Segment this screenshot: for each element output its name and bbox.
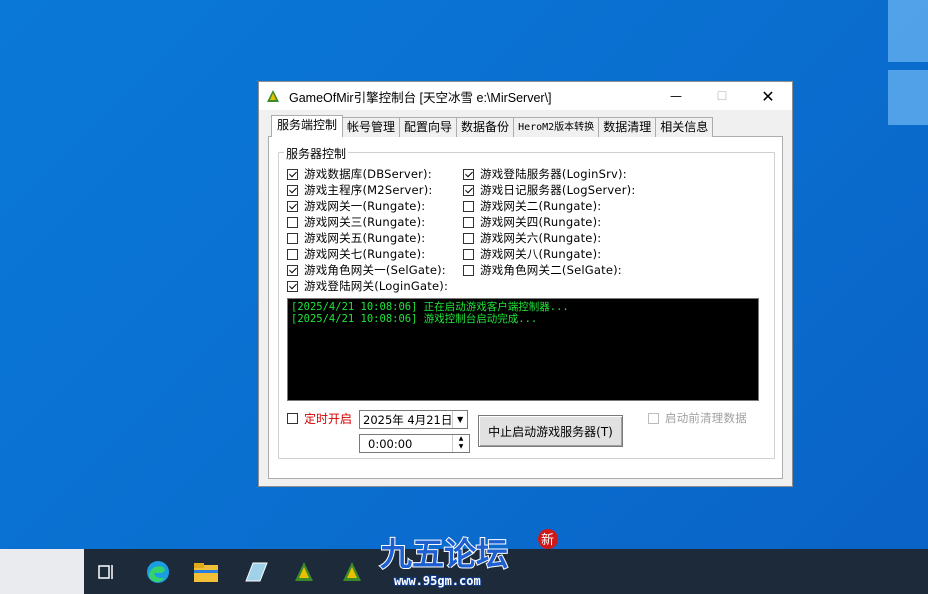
taskbar-search-area[interactable] <box>0 549 84 594</box>
checkbox-label: 游戏网关六(Rungate): <box>480 231 602 245</box>
server-checkbox-row[interactable]: 游戏角色网关一(SelGate): <box>287 262 446 278</box>
checkbox-label: 游戏网关八(Rungate): <box>480 247 602 261</box>
edge-browser-icon[interactable] <box>142 556 174 588</box>
close-button[interactable]: ✕ <box>745 82 791 110</box>
tab-backup[interactable]: 数据备份 <box>456 117 515 137</box>
checkbox-label: 游戏数据库(DBServer): <box>304 167 432 181</box>
timer-label: 定时开启 <box>304 411 353 426</box>
watermark-logo: 九五论坛 www.95gm.com 新 <box>379 529 558 589</box>
tab-config-wizard[interactable]: 配置向导 <box>399 117 458 137</box>
svg-text:新: 新 <box>541 532 554 548</box>
checkbox-label: 游戏网关二(Rungate): <box>480 199 602 213</box>
server-checkbox-row[interactable]: 游戏网关八(Rungate): <box>463 246 601 262</box>
checkbox[interactable] <box>287 280 298 292</box>
checkbox-label: 游戏登陆网关(LoginGate): <box>304 279 449 293</box>
notepad-icon[interactable] <box>240 556 272 588</box>
maximize-icon: ☐ <box>716 89 728 103</box>
log-line: [2025/4/21 10:08:06] 正在启动游戏客户端控制器... <box>291 301 569 313</box>
windows-logo-wallpaper <box>883 0 928 130</box>
clean-before-start-checkbox[interactable]: 启动前清理数据 <box>648 410 747 426</box>
checkbox[interactable] <box>463 232 474 244</box>
log-console[interactable]: [2025/4/21 10:08:06] 正在启动游戏客户端控制器... [20… <box>287 298 759 401</box>
server-checkbox-row[interactable]: 游戏网关七(Rungate): <box>287 246 425 262</box>
server-checkbox-row[interactable]: 游戏网关五(Rungate): <box>287 230 425 246</box>
server-checkbox-row[interactable]: 游戏主程序(M2Server): <box>287 182 433 198</box>
checkbox-label: 游戏登陆服务器(LoginSrv): <box>480 167 627 181</box>
checkbox-label: 游戏角色网关一(SelGate): <box>304 263 446 277</box>
checkbox[interactable] <box>463 264 474 276</box>
checkbox[interactable] <box>463 168 474 180</box>
checkbox[interactable] <box>463 184 474 196</box>
group-title: 服务器控制 <box>284 145 349 162</box>
stop-start-server-button[interactable]: 中止启动游戏服务器(T) <box>478 415 623 447</box>
server-checkbox-row[interactable]: 游戏网关四(Rungate): <box>463 214 601 230</box>
server-checkbox-row[interactable]: 游戏网关二(Rungate): <box>463 198 601 214</box>
server-checkbox-row[interactable]: 游戏日记服务器(LogServer): <box>463 182 635 198</box>
svg-text:www.95gm.com: www.95gm.com <box>394 574 481 588</box>
time-picker[interactable]: 0:00:00 ▲ ▼ <box>359 434 470 453</box>
checkbox[interactable] <box>287 232 298 244</box>
checkbox[interactable] <box>287 200 298 212</box>
checkbox-label: 游戏网关七(Rungate): <box>304 247 426 261</box>
server-checkbox-row[interactable]: 游戏网关一(Rungate): <box>287 198 425 214</box>
tab-strip: 服务端控制 帐号管理 配置向导 数据备份 HeroM2版本转换 数据清理 相关信… <box>271 115 714 137</box>
tab-server-control[interactable]: 服务端控制 <box>271 115 344 137</box>
clean-before-start-box[interactable] <box>648 412 659 424</box>
dropdown-arrow-icon[interactable]: ▼ <box>452 411 467 428</box>
window-title: GameOfMir引擎控制台 [天空冰雪 e:\MirServer\] <box>289 90 552 105</box>
checkbox[interactable] <box>463 248 474 260</box>
checkbox[interactable] <box>287 264 298 276</box>
server-checkbox-row[interactable]: 游戏网关六(Rungate): <box>463 230 601 246</box>
title-bar[interactable]: GameOfMir引擎控制台 [天空冰雪 e:\MirServer\] — ☐ … <box>259 82 792 110</box>
checkbox[interactable] <box>463 216 474 228</box>
svg-text:九五论坛: 九五论坛 <box>380 535 508 573</box>
timer-checkbox-box[interactable] <box>287 412 298 424</box>
server-checkbox-row[interactable]: 游戏角色网关二(SelGate): <box>463 262 622 278</box>
checkbox-label: 游戏主程序(M2Server): <box>304 183 433 197</box>
file-explorer-icon[interactable] <box>190 556 222 588</box>
app-icon <box>267 90 279 102</box>
minimize-button[interactable]: — <box>653 82 699 110</box>
timer-checkbox[interactable]: 定时开启 <box>287 410 352 426</box>
checkbox[interactable] <box>287 248 298 260</box>
maximize-button[interactable]: ☐ <box>699 82 745 110</box>
server-checkbox-row[interactable]: 游戏登陆网关(LoginGate): <box>287 278 448 294</box>
game-app-icon[interactable] <box>288 556 320 588</box>
log-line: [2025/4/21 10:08:06] 游戏控制台启动完成... <box>291 313 538 325</box>
tab-account[interactable]: 帐号管理 <box>342 117 401 137</box>
game-app-icon-2[interactable] <box>336 556 368 588</box>
task-view-icon[interactable] <box>90 556 122 588</box>
date-picker[interactable]: 2025年 4月21日 ▼ <box>359 410 468 429</box>
tab-data-clean[interactable]: 数据清理 <box>598 117 657 137</box>
checkbox[interactable] <box>287 184 298 196</box>
checkbox-label: 游戏网关一(Rungate): <box>304 199 426 213</box>
tab-info[interactable]: 相关信息 <box>655 117 714 137</box>
server-checkbox-row[interactable]: 游戏数据库(DBServer): <box>287 166 432 182</box>
checkbox[interactable] <box>463 200 474 212</box>
clean-before-start-label: 启动前清理数据 <box>665 411 747 425</box>
checkbox-label: 游戏网关五(Rungate): <box>304 231 426 245</box>
stop-start-server-label: 中止启动游戏服务器(T) <box>488 424 613 439</box>
checkbox-label: 游戏网关四(Rungate): <box>480 215 602 229</box>
tab-herom2-convert[interactable]: HeroM2版本转换 <box>513 117 600 137</box>
time-value: 0:00:00 <box>368 436 413 451</box>
checkbox[interactable] <box>287 216 298 228</box>
server-checkbox-row[interactable]: 游戏登陆服务器(LoginSrv): <box>463 166 627 182</box>
minimize-icon: — <box>670 89 682 103</box>
close-icon: ✕ <box>761 86 775 106</box>
checkbox-label: 游戏日记服务器(LogServer): <box>480 183 636 197</box>
spinner-icon[interactable]: ▲ ▼ <box>452 435 469 452</box>
checkbox-label: 游戏网关三(Rungate): <box>304 215 426 229</box>
checkbox[interactable] <box>287 168 298 180</box>
date-value: 2025年 4月21日 <box>363 412 453 427</box>
checkbox-label: 游戏角色网关二(SelGate): <box>480 263 622 277</box>
server-checkbox-row[interactable]: 游戏网关三(Rungate): <box>287 214 425 230</box>
